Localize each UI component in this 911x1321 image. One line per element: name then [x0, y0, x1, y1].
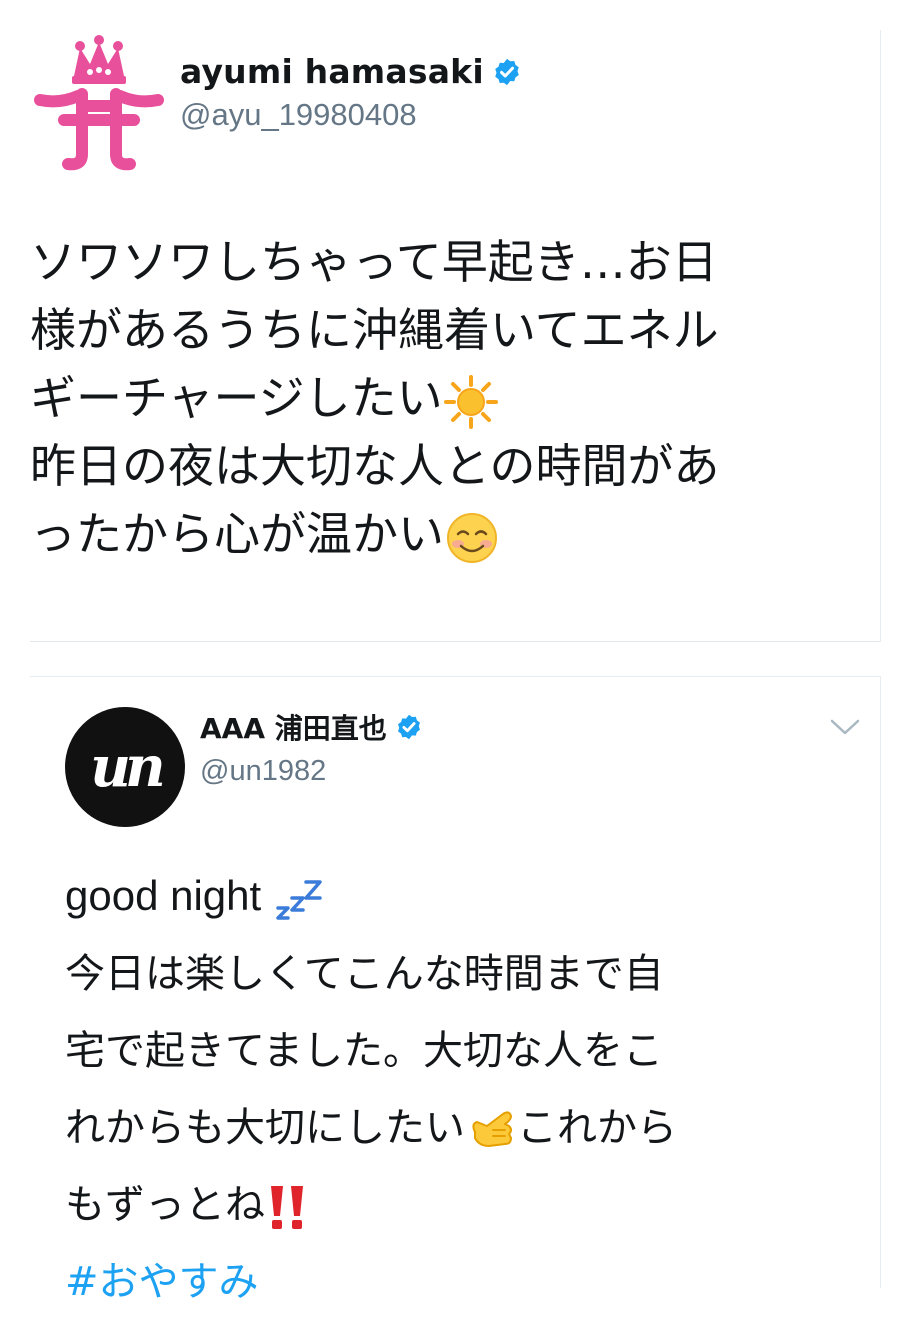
tweet-line: ソワソワしちゃって早起き…お日 [30, 235, 718, 289]
verified-badge-icon [397, 714, 420, 740]
tweet-card[interactable]: ayumi hamasaki @ayu_19980408 ソワソワしちゃって早起… [30, 30, 881, 642]
tweet-text: good night 今日は楽しくてこんな時間まで自 宅で起きてました。大切な人… [65, 857, 865, 1321]
tweet-line-text: ギーチャージしたい [30, 371, 443, 425]
double-exclamation-emoji-icon [271, 1186, 303, 1229]
sun-emoji-icon [443, 374, 498, 429]
author-name[interactable]: ayumi hamasaki [180, 52, 484, 91]
crown-ayu-logo-icon [34, 35, 164, 171]
tweet-line: れからも大切にしたい これから [65, 1090, 865, 1167]
tweet-line-text: もずっとね [65, 1182, 265, 1228]
tweet-line: 昨日の夜は大切な人との時間があ [30, 439, 720, 493]
smiling-face-emoji-icon [447, 512, 497, 563]
verified-badge-icon [495, 58, 519, 85]
chevron-down-icon[interactable] [828, 715, 862, 739]
tweet-line: ギーチャージしたい [30, 364, 881, 432]
tweet-line: 今日は楽しくてこんな時間まで自 [65, 951, 664, 997]
tweet-line: 宅で起きてました。大切な人をこ [65, 1028, 663, 1074]
author-name[interactable]: AAA 浦田直也 [200, 707, 387, 747]
tweet-line-text: good night [65, 872, 262, 919]
tweet-line-text: れからも大切にしたい [65, 1105, 465, 1151]
avatar[interactable] [30, 34, 168, 172]
avatar[interactable]: un [65, 707, 185, 827]
tweet-text: ソワソワしちゃって早起き…お日 様があるうちに沖縄着いてエネル ギーチャージした… [30, 228, 881, 568]
tweet-line-text: ったから心が温かい [30, 507, 444, 561]
avatar-text: un [90, 734, 165, 800]
tweet-line-text: これから [517, 1105, 677, 1151]
call-me-hand-emoji-icon [472, 1111, 512, 1147]
hashtag-link[interactable]: #おやすみ [65, 1244, 865, 1321]
author-info: ayumi hamasaki @ayu_19980408 [180, 52, 522, 133]
tweet-line: good night [65, 857, 865, 936]
author-handle[interactable]: @un1982 [200, 755, 423, 788]
tweet-line: もずっとね [65, 1167, 865, 1244]
author-info: AAA 浦田直也 @un1982 [200, 707, 423, 788]
tweet-line: ったから心が温かい [30, 500, 881, 568]
tweet-card[interactable]: un AAA 浦田直也 @un1982 good night 今日は楽しくてこん… [30, 676, 881, 1305]
zzz-emoji-icon [276, 880, 322, 920]
author-handle[interactable]: @ayu_19980408 [180, 97, 522, 133]
tweet-line: 様があるうちに沖縄着いてエネル [30, 303, 719, 357]
